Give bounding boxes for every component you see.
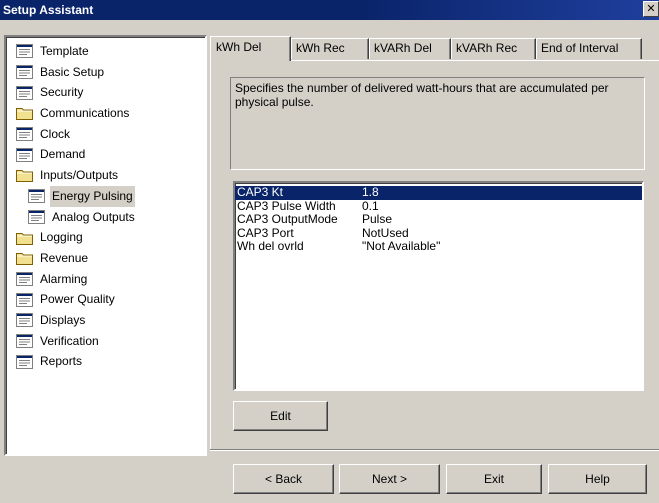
tree-item-label: Demand: [40, 147, 86, 162]
tree-item-label: Template: [40, 44, 89, 58]
document-icon: [16, 333, 33, 348]
property-name: CAP3 Port: [237, 225, 294, 240]
property-row[interactable]: CAP3 Pulse Width 0.1: [235, 198, 642, 214]
property-name: CAP3 OutputMode: [237, 212, 338, 226]
property-value: Pulse: [362, 212, 393, 226]
button-separator: [210, 449, 659, 451]
tree-item-label: Communications: [40, 106, 130, 121]
tree-item-label: Clock: [40, 126, 71, 141]
document-icon: [28, 209, 45, 224]
property-row[interactable]: Wh del ovrld "Not Available": [235, 239, 642, 254]
tab-item[interactable]: kWh Rec: [291, 38, 369, 59]
property-value: 0.1: [362, 198, 379, 213]
close-button[interactable]: ✕: [643, 1, 659, 17]
next-button[interactable]: Next >: [339, 464, 440, 494]
property-name: CAP3 Kt: [237, 185, 284, 199]
tree-item[interactable]: Verification: [6, 331, 205, 352]
tree-item-label: Displays: [40, 312, 86, 327]
tab-strip: kWh Del kWh Rec kVARh Del kVARh Rec End of I…: [210, 35, 659, 61]
back-button[interactable]: < Back: [233, 464, 334, 494]
window-title: Setup Assistant: [3, 3, 94, 17]
document-icon: [28, 189, 45, 204]
tree-item[interactable]: Reports: [6, 351, 205, 372]
tree-item[interactable]: Basic Setup: [6, 62, 205, 83]
tab-item[interactable]: End of Interval: [536, 38, 642, 59]
tab-item[interactable]: kVARh Rec: [451, 38, 536, 59]
tree-item[interactable]: Analog Outputs: [6, 207, 205, 228]
document-icon: [16, 292, 33, 307]
property-row[interactable]: CAP3 OutputMode Pulse: [235, 212, 642, 227]
title-bar: Setup Assistant ✕: [0, 0, 659, 20]
navigation-tree[interactable]: Template Basic Setup Security Communication…: [4, 35, 207, 456]
tree-item[interactable]: Logging: [6, 227, 205, 248]
tree-item[interactable]: Power Quality: [6, 289, 205, 310]
tree-item-label: Analog Outputs: [52, 209, 135, 224]
tree-item[interactable]: Template: [6, 41, 205, 62]
help-button[interactable]: Help: [548, 464, 647, 494]
tab-item[interactable]: kVARh Del: [369, 38, 451, 59]
tree-item-label: Logging: [40, 230, 83, 245]
tree-item[interactable]: Inputs/Outputs: [6, 165, 205, 186]
document-icon: [16, 147, 33, 162]
tab-item[interactable]: kWh Del: [210, 36, 291, 61]
tree-item[interactable]: Alarming: [6, 269, 205, 290]
document-icon: [16, 65, 33, 80]
property-value: 1.8: [362, 185, 379, 199]
property-name: Wh del ovrld: [237, 239, 304, 253]
folder-icon: [16, 168, 33, 183]
tree-item-label: Power Quality: [40, 292, 115, 307]
tree-item[interactable]: Displays: [6, 310, 205, 331]
folder-icon: [16, 106, 33, 121]
tree-item-label: Alarming: [40, 271, 88, 286]
document-icon: [16, 44, 33, 59]
document-icon: [16, 85, 33, 100]
tree-item-label: Verification: [40, 333, 99, 348]
tree-item[interactable]: Demand: [6, 144, 205, 165]
description-box: Specifies the number of delivered watt-h…: [230, 77, 645, 170]
tree-item-label: Revenue: [40, 250, 89, 265]
property-name: CAP3 Pulse Width: [237, 198, 336, 213]
tree-item[interactable]: Clock: [6, 124, 205, 145]
folder-icon: [16, 231, 33, 245]
edit-button[interactable]: Edit: [233, 401, 328, 431]
folder-icon: [16, 251, 33, 266]
property-value: NotUsed: [362, 225, 409, 240]
document-icon: [16, 313, 33, 328]
tree-item-label: Energy Pulsing: [50, 185, 135, 207]
document-icon: [16, 354, 33, 369]
property-value: "Not Available": [362, 239, 441, 253]
tree-item-label: Inputs/Outputs: [40, 168, 119, 183]
property-row[interactable]: CAP3 Port NotUsed: [235, 225, 642, 241]
document-icon: [16, 271, 33, 286]
tree-item[interactable]: Security: [6, 82, 205, 103]
property-row[interactable]: CAP3 Kt 1.8: [235, 185, 642, 200]
property-list[interactable]: CAP3 Kt 1.8 CAP3 Pulse Width 0.1 CAP3 Output…: [233, 181, 644, 391]
tree-item-label: Security: [40, 85, 84, 100]
tree-item-label: Reports: [40, 354, 83, 369]
document-icon: [16, 127, 33, 142]
close-icon: ✕: [646, 3, 656, 15]
tree-item[interactable]: Revenue: [6, 248, 205, 269]
tree-item[interactable]: Energy Pulsing: [6, 185, 205, 207]
tree-item[interactable]: Communications: [6, 103, 205, 124]
tree-item-label: Basic Setup: [40, 64, 105, 79]
exit-button[interactable]: Exit: [446, 464, 542, 494]
